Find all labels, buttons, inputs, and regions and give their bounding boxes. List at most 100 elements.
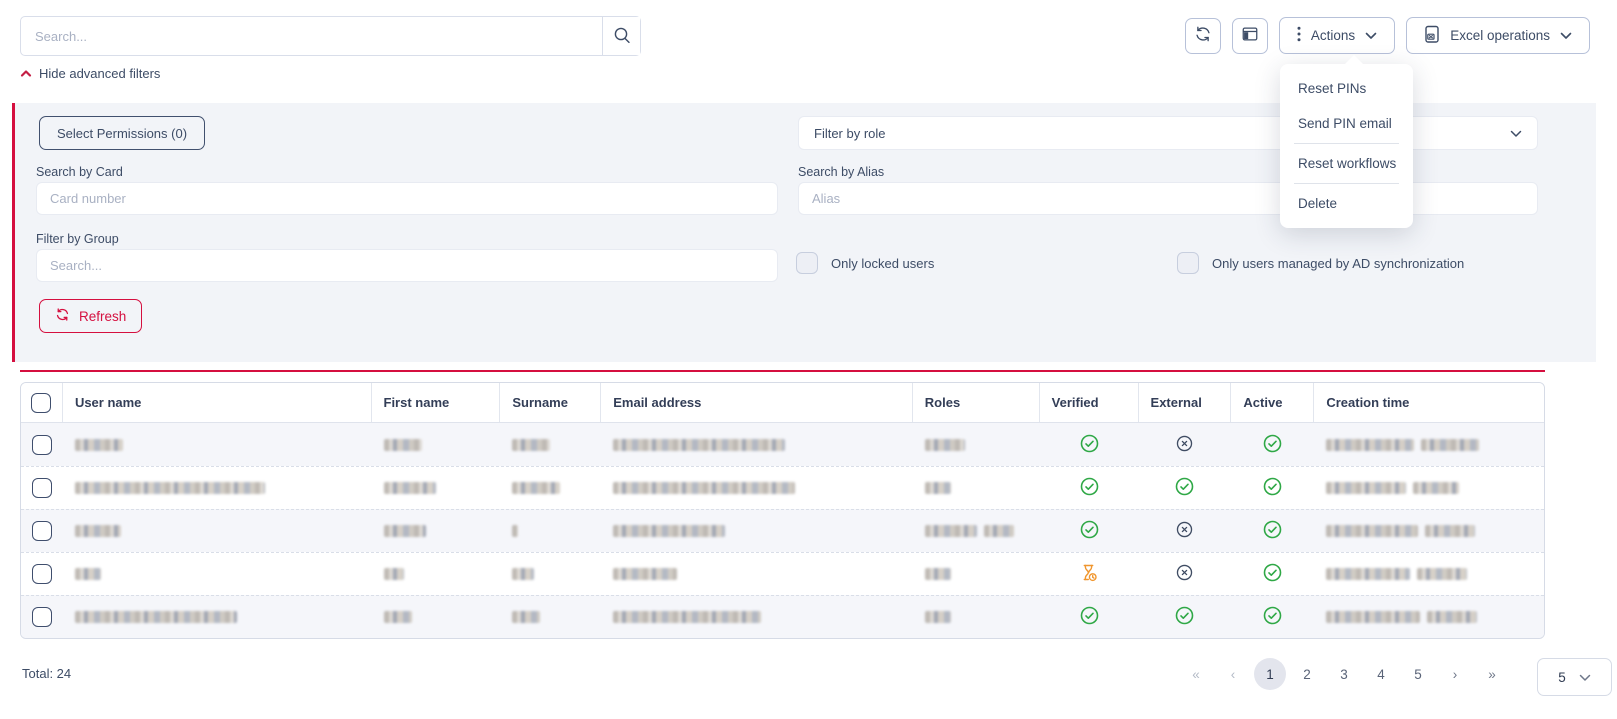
- search-button[interactable]: [602, 17, 640, 55]
- row-checkbox[interactable]: [32, 435, 52, 455]
- redacted-text: [1413, 482, 1459, 494]
- pagination-first-button[interactable]: «: [1180, 658, 1212, 690]
- page-size-value: 5: [1558, 670, 1566, 685]
- search-by-alias-label: Search by Alias: [798, 165, 884, 179]
- cell-user-name: [63, 423, 372, 466]
- cell-roles: [913, 467, 1040, 509]
- column-header-creation-time[interactable]: Creation time: [1314, 383, 1544, 422]
- redacted-text: [75, 482, 265, 494]
- alias-input[interactable]: [798, 182, 1538, 215]
- column-header-verified[interactable]: Verified: [1040, 383, 1139, 422]
- filter-by-group-label: Filter by Group: [36, 232, 119, 246]
- table-row: [21, 423, 1544, 466]
- chevron-down-icon: [1560, 28, 1572, 43]
- cell-email-address: [601, 510, 913, 552]
- accent-divider: [20, 370, 1545, 372]
- row-checkbox[interactable]: [32, 564, 52, 584]
- check-circle-icon verified-status: [1079, 605, 1100, 629]
- select-permissions-button[interactable]: Select Permissions (0): [39, 116, 205, 150]
- group-search-input[interactable]: [36, 249, 778, 282]
- pagination-page-5[interactable]: 5: [1402, 658, 1434, 690]
- menu-item-reset-pins[interactable]: Reset PINs: [1280, 71, 1413, 106]
- chevron-down-icon: [1579, 670, 1591, 685]
- check-circle-icon active-status: [1262, 562, 1283, 586]
- pagination-next-button[interactable]: ›: [1439, 658, 1471, 690]
- columns-settings-button[interactable]: [1232, 18, 1268, 54]
- chevron-down-icon: [1365, 28, 1377, 43]
- pagination-last-button[interactable]: »: [1476, 658, 1508, 690]
- only-locked-users-checkbox[interactable]: [796, 252, 818, 274]
- check-circle-icon verified-status: [1079, 433, 1100, 457]
- search-input[interactable]: [21, 17, 602, 55]
- redacted-text: [925, 568, 951, 580]
- only-locked-users-option: Only locked users: [796, 252, 934, 274]
- cell-roles: [913, 423, 1040, 466]
- redacted-text: [925, 482, 951, 494]
- role-filter-select[interactable]: Filter by role: [798, 116, 1538, 150]
- row-checkbox[interactable]: [32, 521, 52, 541]
- redacted-text: [925, 611, 951, 623]
- pagination-prev-button[interactable]: ‹: [1217, 658, 1249, 690]
- chevron-down-icon: [1510, 126, 1522, 141]
- page-size-select[interactable]: 5: [1537, 658, 1612, 696]
- redacted-text: [75, 439, 123, 451]
- cell-active: [1231, 510, 1314, 552]
- redacted-text: [512, 482, 560, 494]
- cell-verified: [1040, 596, 1139, 638]
- cell-external: [1139, 423, 1232, 466]
- cell-first-name: [372, 553, 501, 595]
- ad-sync-option: Only users managed by AD synchronization: [1177, 252, 1464, 274]
- check-circle-icon active-status: [1262, 605, 1283, 629]
- filters-refresh-button[interactable]: Refresh: [39, 299, 142, 333]
- cell-user-name: [63, 596, 372, 638]
- menu-item-reset-workflows[interactable]: Reset workflows: [1280, 146, 1413, 181]
- select-all-checkbox[interactable]: [31, 393, 51, 413]
- users-table: User name First name Surname Email addre…: [20, 382, 1545, 639]
- ad-sync-label: Only users managed by AD synchronization: [1212, 256, 1464, 271]
- pagination-page-1[interactable]: 1: [1254, 658, 1286, 690]
- column-header-active[interactable]: Active: [1231, 383, 1314, 422]
- ad-sync-checkbox[interactable]: [1177, 252, 1199, 274]
- pagination-page-2[interactable]: 2: [1291, 658, 1323, 690]
- cell-first-name: [372, 467, 501, 509]
- pagination-page-4[interactable]: 4: [1365, 658, 1397, 690]
- cell-active: [1231, 467, 1314, 509]
- table-row: [21, 466, 1544, 509]
- check-circle-icon external-status: [1174, 605, 1195, 629]
- cell-first-name: [372, 510, 501, 552]
- column-header-first-name[interactable]: First name: [372, 383, 501, 422]
- card-number-input[interactable]: [36, 182, 778, 215]
- cell-external: [1139, 467, 1232, 509]
- row-checkbox[interactable]: [32, 478, 52, 498]
- columns-layout-icon: [1241, 25, 1259, 46]
- cell-active: [1231, 553, 1314, 595]
- actions-dropdown-menu: Reset PINsSend PIN email Reset workflows D…: [1280, 64, 1413, 228]
- redacted-text: [384, 525, 426, 537]
- excel-operations-button[interactable]: Excel operations: [1406, 17, 1590, 54]
- total-count: Total: 24: [22, 666, 71, 681]
- column-header-email-address[interactable]: Email address: [601, 383, 913, 422]
- only-locked-users-label: Only locked users: [831, 256, 934, 271]
- menu-item-send-pin-email[interactable]: Send PIN email: [1280, 106, 1413, 141]
- kebab-menu-icon: [1297, 26, 1301, 45]
- refresh-table-button[interactable]: [1185, 18, 1221, 54]
- column-header-surname[interactable]: Surname: [500, 383, 601, 422]
- actions-button[interactable]: Actions: [1279, 17, 1395, 54]
- redacted-text: [384, 439, 422, 451]
- hide-advanced-filters-toggle[interactable]: Hide advanced filters: [20, 66, 160, 81]
- excel-file-icon: [1424, 25, 1440, 47]
- cell-creation-time: [1314, 467, 1544, 509]
- redacted-text: [984, 525, 1014, 537]
- redacted-text: [1417, 568, 1467, 580]
- cell-creation-time: [1314, 553, 1544, 595]
- menu-caret: [1344, 55, 1364, 65]
- redacted-text: [512, 439, 550, 451]
- column-header-roles[interactable]: Roles: [913, 383, 1040, 422]
- cell-active: [1231, 423, 1314, 466]
- pagination-page-3[interactable]: 3: [1328, 658, 1360, 690]
- column-header-external[interactable]: External: [1139, 383, 1232, 422]
- table-row: [21, 552, 1544, 595]
- menu-item-delete[interactable]: Delete: [1280, 186, 1413, 221]
- row-checkbox[interactable]: [32, 607, 52, 627]
- column-header-user-name[interactable]: User name: [63, 383, 372, 422]
